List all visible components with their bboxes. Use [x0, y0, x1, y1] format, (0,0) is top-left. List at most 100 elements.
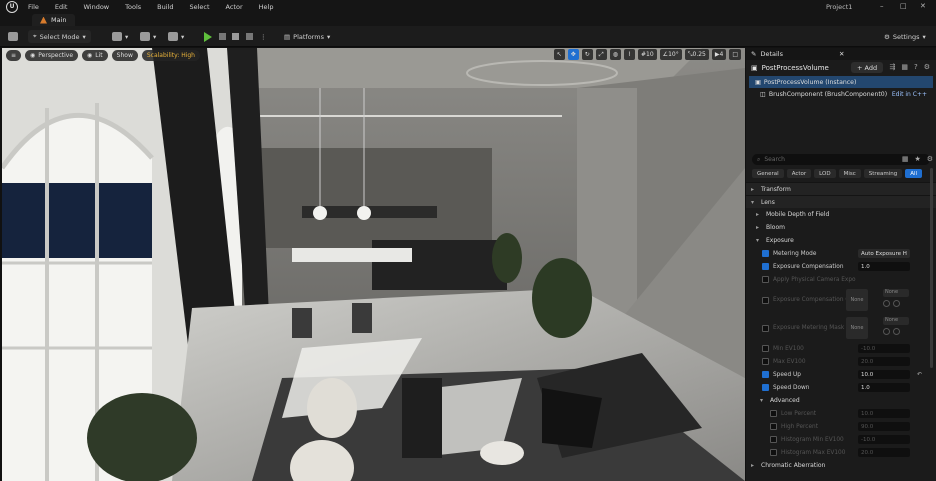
gear-icon[interactable]: ⚙ [927, 155, 933, 163]
edit-in-cpp-link[interactable]: Edit in C++ [892, 91, 927, 98]
details-scrollbar[interactable] [930, 168, 933, 368]
favorite-icon[interactable]: ★ [914, 155, 920, 163]
viewport-options-button[interactable]: ≡ [6, 49, 22, 61]
exposure-comp-checkbox[interactable] [762, 263, 769, 270]
select-tool-button[interactable]: ↖ [553, 49, 565, 60]
close-icon[interactable]: ✕ [920, 2, 926, 10]
select-mode-dropdown[interactable]: ⌖ Select Mode ▾ [28, 30, 91, 43]
world-local-button[interactable]: ◍ [609, 49, 621, 60]
hist-min-input[interactable]: -10.0 [858, 435, 910, 444]
add-content-button[interactable]: ▾ [112, 30, 128, 43]
settings-dropdown[interactable]: ⚙ Settings ▾ [884, 30, 926, 43]
cinematics-button[interactable]: ▾ [168, 30, 184, 43]
level-tab[interactable]: Main [32, 14, 75, 26]
browse-icon[interactable] [883, 328, 890, 335]
low-percent-input[interactable]: 10.0 [858, 409, 910, 418]
view-mode-button[interactable]: ◉ Lit [82, 49, 108, 61]
step-button[interactable] [219, 30, 226, 43]
section-exposure[interactable]: ▾ Exposure [746, 234, 936, 247]
platforms-dropdown[interactable]: ▤ Platforms ▾ [284, 30, 330, 43]
menu-window[interactable]: Window [83, 3, 109, 11]
metering-mode-select[interactable]: Auto Exposure H [858, 249, 910, 258]
unreal-logo-icon[interactable]: U [6, 0, 18, 13]
speed-down-checkbox[interactable] [762, 384, 769, 391]
section-lens[interactable]: ▾ Lens [746, 195, 936, 208]
browse-icon[interactable] [883, 300, 890, 307]
close-tab-icon[interactable]: ✕ [839, 50, 844, 58]
more-options-button[interactable]: ⋮ [260, 30, 267, 43]
filter-streaming[interactable]: Streaming [863, 169, 903, 178]
filter-general[interactable]: General [752, 169, 784, 178]
stop-button[interactable] [232, 30, 239, 43]
level-viewport[interactable]: ≡ ◉ Perspective ◉ Lit Show Scalability: Hi… [2, 48, 745, 481]
help-icon[interactable]: ? [914, 63, 918, 71]
actor-name[interactable]: PostProcessVolume [762, 64, 829, 72]
max-ev-checkbox[interactable] [762, 358, 769, 365]
section-chromatic-aberration[interactable]: ▸ Chromatic Aberration [746, 459, 936, 472]
menu-help[interactable]: Help [259, 3, 274, 11]
scene-render[interactable] [2, 48, 745, 481]
filter-actor[interactable]: Actor [786, 169, 812, 178]
blueprint-icon[interactable]: ⇶ [890, 63, 896, 71]
metering-mode-checkbox[interactable] [762, 250, 769, 257]
eject-button[interactable] [246, 30, 253, 43]
mask-asset-select[interactable]: None [883, 317, 909, 325]
grid-snap-button[interactable]: #10 [638, 49, 657, 60]
menu-tools[interactable]: Tools [125, 3, 141, 11]
details-search-input[interactable]: ⌕ Search ▦ ★ ⚙ [752, 154, 933, 165]
blueprint-button[interactable]: ▾ [140, 30, 156, 43]
maximize-viewport-button[interactable]: □ [729, 49, 741, 60]
speed-up-checkbox[interactable] [762, 371, 769, 378]
grid-view-icon[interactable]: ▦ [901, 63, 908, 71]
table-view-icon[interactable]: ▦ [902, 155, 909, 163]
add-component-button[interactable]: + Add [851, 62, 884, 73]
curve-thumbnail[interactable]: None [846, 289, 868, 311]
minimize-icon[interactable]: – [880, 2, 884, 10]
camera-speed-button[interactable]: ▶ 4 [711, 49, 727, 60]
filter-lod[interactable]: LOD [814, 169, 836, 178]
max-ev-input[interactable]: 20.0 [858, 357, 910, 366]
high-percent-input[interactable]: 90.0 [858, 422, 910, 431]
settings-icon[interactable]: ⚙ [924, 63, 930, 71]
details-tab[interactable]: ✎ Details ✕ [746, 48, 936, 60]
hist-max-input[interactable]: 20.0 [858, 448, 910, 457]
rotate-tool-button[interactable]: ↻ [581, 49, 593, 60]
mask-thumbnail[interactable]: None [846, 317, 868, 339]
menu-file[interactable]: File [28, 3, 39, 11]
rotation-snap-button[interactable]: ∠ 10° [659, 49, 682, 60]
menu-edit[interactable]: Edit [55, 3, 68, 11]
use-selected-icon[interactable] [893, 300, 900, 307]
menu-build[interactable]: Build [157, 3, 173, 11]
menu-actor[interactable]: Actor [226, 3, 243, 11]
exposure-curve-checkbox[interactable] [762, 296, 769, 304]
min-ev-checkbox[interactable] [762, 345, 769, 352]
play-button[interactable] [204, 30, 212, 43]
speed-down-input[interactable]: 1.0 [858, 383, 910, 392]
scale-tool-button[interactable]: ⤢ [595, 49, 607, 60]
surface-snap-button[interactable]: ⌇ [624, 49, 635, 60]
scale-snap-button[interactable]: ⤡ 0.25 [684, 49, 709, 60]
apply-physical-checkbox[interactable] [762, 276, 769, 283]
low-percent-checkbox[interactable] [770, 410, 777, 417]
use-selected-icon[interactable] [893, 328, 900, 335]
hist-min-checkbox[interactable] [770, 436, 777, 443]
min-ev-input[interactable]: -10.0 [858, 344, 910, 353]
exposure-comp-input[interactable]: 1.0 [858, 262, 910, 271]
speed-up-input[interactable]: 10.0 [858, 370, 910, 379]
high-percent-checkbox[interactable] [770, 423, 777, 430]
curve-asset-select[interactable]: None [883, 289, 909, 297]
section-transform[interactable]: ▸ Transform [746, 182, 936, 195]
section-mobile-dof[interactable]: ▸ Mobile Depth of Field [746, 208, 936, 221]
filter-misc[interactable]: Misc [838, 169, 861, 178]
component-row-instance[interactable]: ▣ PostProcessVolume (Instance) [749, 76, 933, 88]
metering-mask-checkbox[interactable] [762, 324, 769, 332]
maximize-icon[interactable]: □ [900, 2, 907, 10]
translate-tool-button[interactable]: ✥ [567, 49, 579, 60]
section-bloom[interactable]: ▸ Bloom [746, 221, 936, 234]
scalability-button[interactable]: Scalability: High [141, 49, 200, 61]
show-button[interactable]: Show [111, 49, 138, 61]
component-row-brush[interactable]: ◫ BrushComponent (BrushComponent0) Edit … [746, 88, 936, 100]
reset-icon[interactable]: ↶ [917, 371, 922, 378]
save-button[interactable] [8, 30, 18, 43]
section-advanced[interactable]: ▾ Advanced [746, 394, 936, 407]
